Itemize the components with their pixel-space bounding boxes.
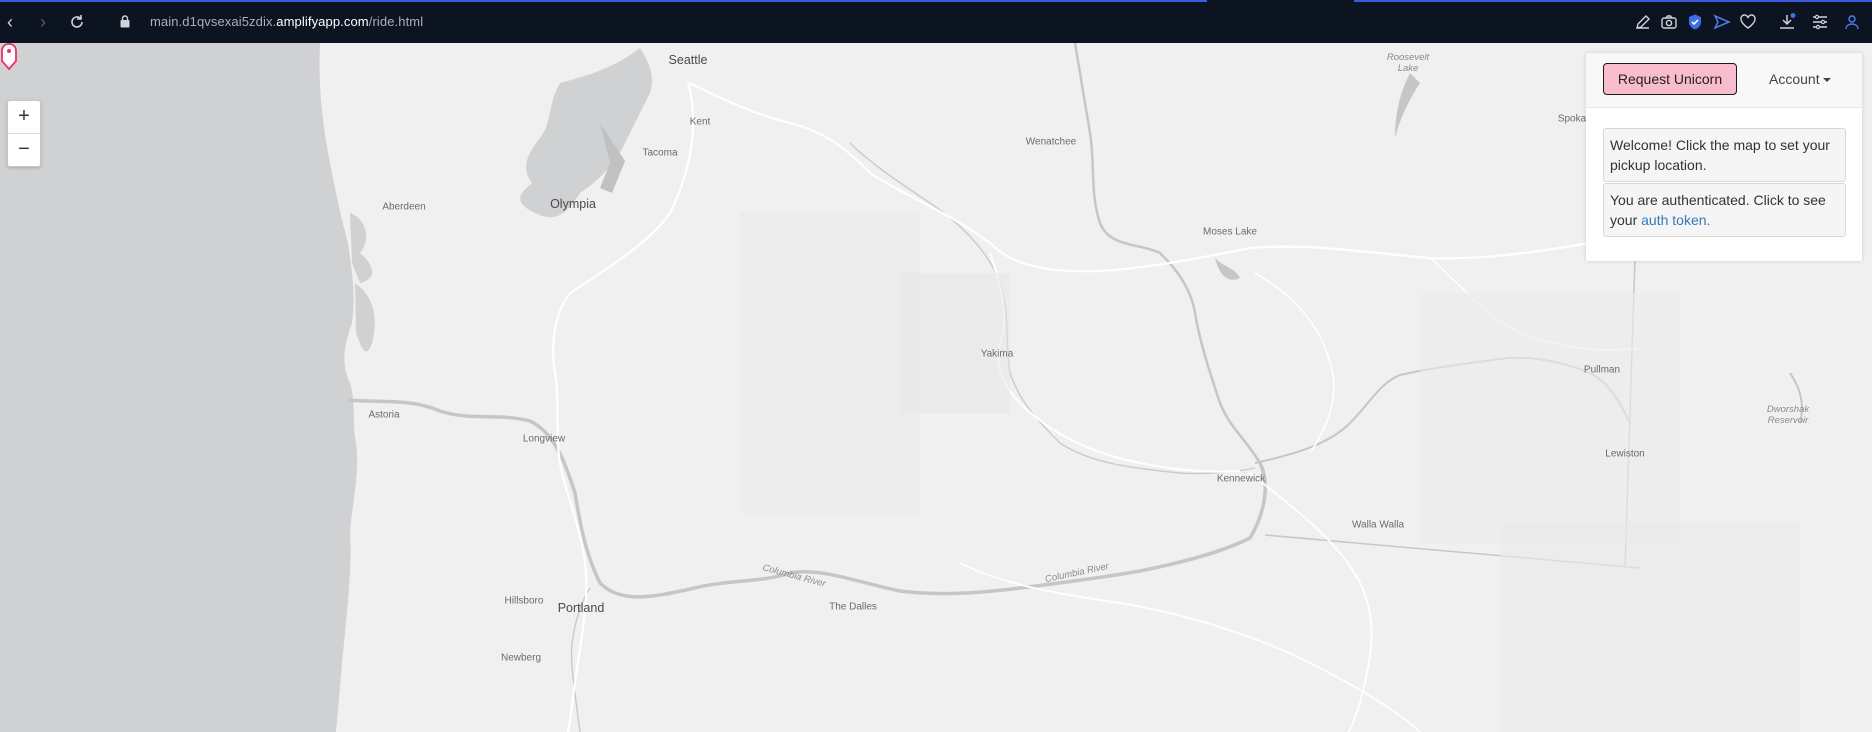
city-label-seattle: Seattle: [668, 53, 708, 67]
back-icon[interactable]: ‹: [0, 12, 20, 32]
city-label-spoka: Spoka: [1557, 113, 1587, 125]
water-label: Dworshak Reservoir: [1766, 404, 1810, 426]
zoom-control: + −: [7, 100, 41, 167]
city-label-portland: Portland: [557, 601, 605, 615]
city-label-walla-walla: Walla Walla: [1351, 519, 1405, 531]
puget-sound: [520, 48, 652, 218]
download-icon[interactable]: [1778, 13, 1796, 31]
city-label-astoria: Astoria: [368, 409, 400, 421]
request-unicorn-button[interactable]: Request Unicorn: [1603, 63, 1737, 95]
city-label-tacoma: Tacoma: [642, 147, 678, 159]
auth-token-link[interactable]: auth token.: [1641, 212, 1710, 228]
zoom-in-button[interactable]: +: [8, 101, 40, 133]
city-label-lewiston: Lewiston: [1605, 448, 1645, 460]
panel-header: Request Unicorn Account: [1586, 53, 1862, 108]
address-bar[interactable]: main.d1qvsexai5zdix.amplifyapp.com/ride.…: [150, 14, 423, 29]
account-label: Account: [1769, 71, 1820, 87]
caret-down-icon: [1822, 78, 1831, 83]
city-label-pullman: Pullman: [1583, 364, 1621, 376]
auth-message: You are authenticated. Click to see your…: [1603, 183, 1846, 237]
city-label-aberdeen: Aberdeen: [382, 201, 426, 213]
city-label-kent: Kent: [689, 116, 711, 128]
ride-panel: Request Unicorn Account Welcome! Click t…: [1586, 53, 1862, 261]
url-prefix: main.d1qvsexai5zdix.: [150, 14, 277, 29]
edit-icon[interactable]: [1634, 13, 1652, 31]
browser-toolbar: ‹ › main.d1qvsexai5zdix.amplifyapp.com/r…: [0, 0, 1872, 43]
url-host: amplifyapp.com: [276, 14, 369, 29]
city-label-moses-lake: Moses Lake: [1203, 226, 1257, 238]
city-label-longview: Longview: [522, 433, 566, 445]
shield-icon[interactable]: [1686, 13, 1704, 31]
welcome-message: Welcome! Click the map to set your picku…: [1603, 128, 1846, 182]
zoom-out-button[interactable]: −: [8, 133, 40, 166]
city-label-the-dalles: The Dalles: [829, 601, 877, 613]
url-path: /ride.html: [368, 14, 424, 29]
forward-icon[interactable]: ›: [33, 12, 53, 32]
city-label-newberg: Newberg: [500, 652, 542, 664]
tab-loading-bar-2: [1354, 0, 1872, 2]
water-label: Roosevelt Lake: [1386, 52, 1430, 74]
profile-icon[interactable]: [1843, 13, 1861, 31]
city-label-yakima: Yakima: [980, 348, 1014, 360]
account-dropdown[interactable]: Account: [1769, 71, 1831, 87]
pickup-marker-icon[interactable]: [0, 43, 18, 71]
settings-sliders-icon[interactable]: [1811, 13, 1829, 31]
reload-icon[interactable]: [68, 13, 86, 31]
heart-icon[interactable]: [1739, 13, 1757, 31]
camera-icon[interactable]: [1660, 13, 1678, 31]
pacific-ocean: [0, 43, 358, 732]
city-label-hillsboro: Hillsboro: [504, 595, 544, 607]
city-label-kennewick: Kennewick: [1216, 473, 1266, 485]
lock-icon: [120, 15, 130, 28]
city-label-olympia: Olympia: [550, 197, 596, 211]
send-icon[interactable]: [1713, 13, 1731, 31]
tab-loading-bar: [0, 0, 1207, 2]
city-label-wenatchee: Wenatchee: [1025, 136, 1077, 148]
